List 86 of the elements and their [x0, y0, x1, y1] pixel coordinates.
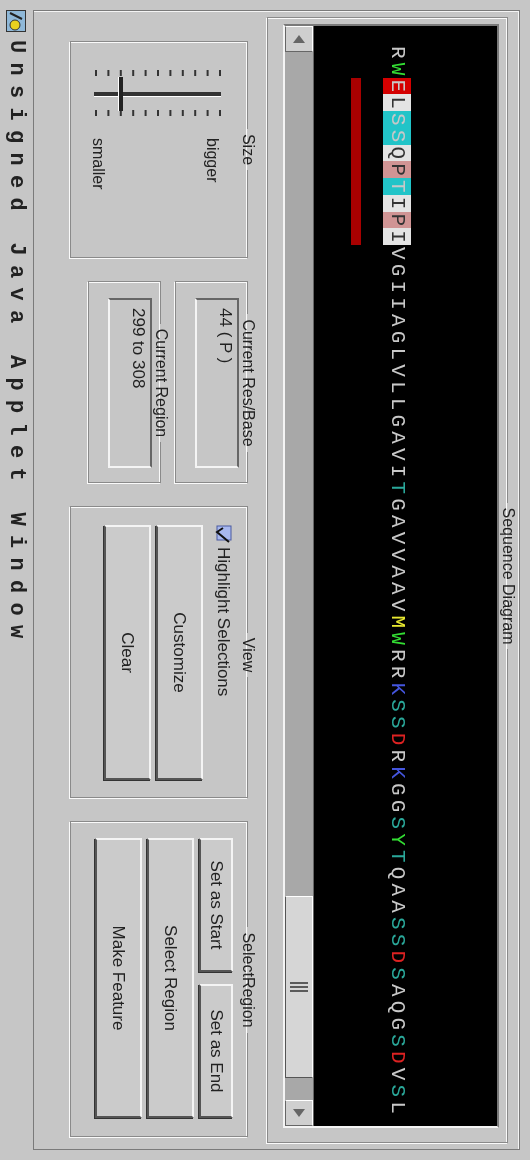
residue: Y: [385, 832, 410, 848]
checkbox-label: Highlight Selections: [213, 547, 233, 697]
applet-icon: [6, 10, 27, 32]
residue: W: [385, 631, 410, 647]
residue: K: [385, 681, 410, 698]
region-field: 299 to 308: [108, 298, 152, 468]
view-button[interactable]: Clear: [104, 525, 151, 780]
residue: V: [385, 597, 410, 614]
res-base-field: 44 ( P ): [195, 298, 239, 468]
residue: A: [385, 514, 410, 530]
group-title: SelectRegion: [239, 931, 257, 1030]
group-title: Size: [239, 132, 257, 168]
residue: S: [385, 932, 410, 949]
residue: V: [385, 547, 410, 564]
residue: S: [385, 815, 410, 832]
group-title: View: [239, 636, 257, 675]
residue: R: [385, 45, 410, 61]
highlighted-residue: L: [383, 94, 411, 111]
residue: A: [385, 983, 410, 999]
residue: R: [385, 648, 410, 664]
slider[interactable]: [94, 77, 221, 111]
group-title: Current Res/Base: [239, 318, 257, 449]
residue: R: [385, 748, 410, 765]
residue: A: [385, 882, 410, 899]
residue: V: [385, 530, 410, 547]
residue: L: [385, 380, 410, 396]
region-button[interactable]: Select Region: [147, 838, 194, 1118]
residue: I: [385, 296, 410, 312]
residue: Q: [385, 999, 410, 1016]
scroll-left-button[interactable]: [285, 26, 313, 52]
residue: D: [385, 731, 410, 748]
residue: G: [385, 329, 410, 346]
group-title: Current Region: [152, 327, 170, 440]
residue: I: [385, 279, 410, 296]
residue: S: [385, 1083, 410, 1100]
scrollbar[interactable]: [285, 26, 314, 1126]
residue: W: [385, 61, 410, 78]
view-button[interactable]: Customize: [156, 525, 203, 780]
residue: G: [385, 497, 410, 513]
highlighted-residue: T: [383, 178, 411, 195]
residue: G: [385, 413, 410, 430]
residue: A: [385, 313, 410, 329]
residue: L: [385, 346, 410, 363]
highlighted-residue: P: [383, 161, 411, 178]
group-title: Sequence Diagram: [499, 506, 517, 647]
residue: K: [385, 765, 410, 781]
region-button[interactable]: Make Feature: [95, 838, 142, 1118]
residue: I: [385, 463, 410, 480]
residue: D: [385, 1050, 410, 1066]
residue: T: [385, 849, 410, 865]
residue: L: [385, 1100, 410, 1116]
residue: A: [385, 564, 410, 580]
residue: S: [385, 715, 410, 731]
residue: G: [385, 1016, 410, 1033]
region-button[interactable]: Set as End: [199, 984, 233, 1118]
checkbox[interactable]: [214, 525, 232, 545]
residue: S: [385, 966, 410, 982]
residue: S: [385, 698, 410, 714]
status-text: Unsigned Java Applet Window: [4, 40, 29, 648]
residue: T: [385, 480, 410, 497]
residue: Q: [385, 865, 410, 882]
highlighted-residue: E: [383, 77, 411, 95]
residue: M: [385, 614, 410, 631]
slider-max-label: bigger: [203, 138, 221, 185]
residue: G: [385, 798, 410, 815]
residue: A: [385, 430, 410, 446]
scroll-right-button[interactable]: [285, 1100, 313, 1126]
residue: G: [385, 782, 410, 798]
residue: V: [385, 246, 410, 262]
residue: D: [385, 949, 410, 966]
residue: V: [385, 447, 410, 463]
residue: S: [385, 916, 410, 932]
residue: V: [385, 363, 410, 379]
residue: L: [385, 396, 410, 413]
slider-min-label: smaller: [89, 138, 107, 190]
region-button[interactable]: Set as Start: [199, 838, 233, 972]
scroll-thumb[interactable]: [285, 896, 313, 1079]
residue: A: [385, 581, 410, 597]
slider-thumb[interactable]: [118, 77, 123, 111]
residue: G: [385, 262, 410, 279]
residue: R: [385, 664, 410, 681]
highlighted-residue: S: [383, 111, 411, 128]
residue: S: [385, 1033, 410, 1049]
highlighted-residue: I: [383, 228, 411, 245]
residue: A: [385, 899, 410, 915]
residue: V: [385, 1066, 410, 1083]
